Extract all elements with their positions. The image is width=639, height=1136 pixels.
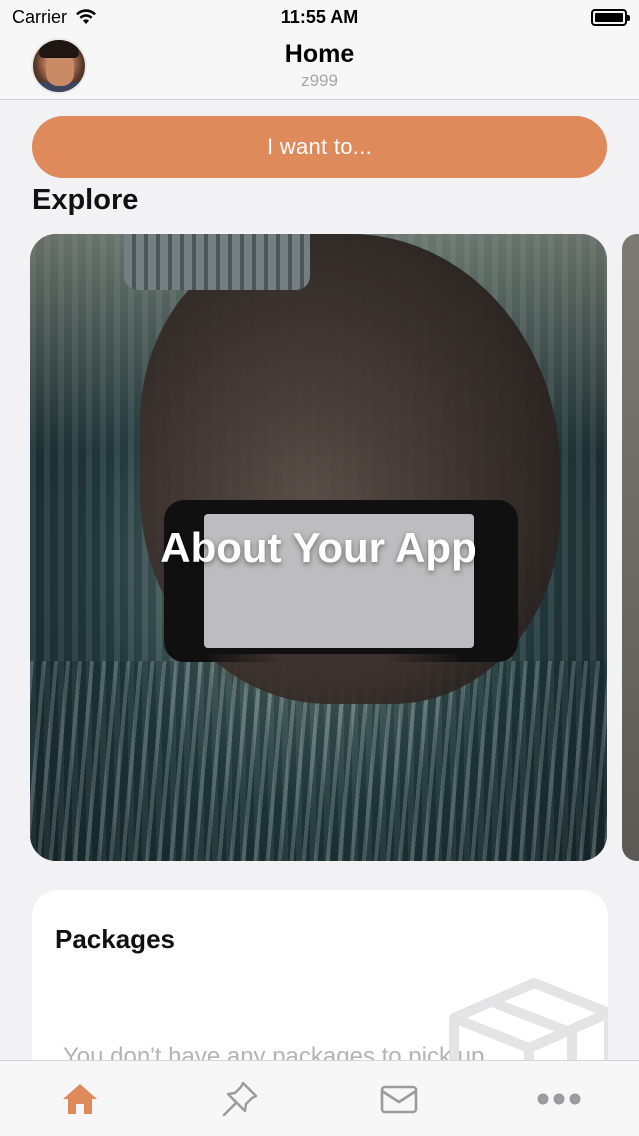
nav-header: Home z999 (0, 34, 639, 100)
pin-icon (222, 1081, 257, 1116)
packages-title: Packages (55, 924, 175, 954)
home-icon (62, 1083, 97, 1114)
carrier-label: Carrier (12, 6, 68, 27)
page-subtitle: z999 (301, 71, 338, 90)
tab-bar (0, 1060, 639, 1136)
more-icon (537, 1093, 581, 1104)
i-want-to-button[interactable]: I want to... (32, 116, 607, 178)
tab-home[interactable] (40, 1069, 120, 1129)
battery-icon (591, 8, 630, 26)
wifi-icon (76, 9, 97, 24)
explore-next-card[interactable] (622, 234, 639, 861)
explore-card-title: About Your App (160, 524, 477, 571)
page-title: Home (284, 40, 355, 68)
status-left: Carrier (12, 7, 97, 28)
tab-pin[interactable] (200, 1069, 280, 1129)
tab-more[interactable] (519, 1069, 599, 1129)
explore-section-title: Explore (32, 184, 139, 216)
tab-mail[interactable] (359, 1069, 439, 1129)
explore-card-about-your-app[interactable]: About Your App (30, 234, 607, 861)
mail-icon (381, 1085, 418, 1113)
status-bar: Carrier 11:55 AM (0, 0, 639, 34)
